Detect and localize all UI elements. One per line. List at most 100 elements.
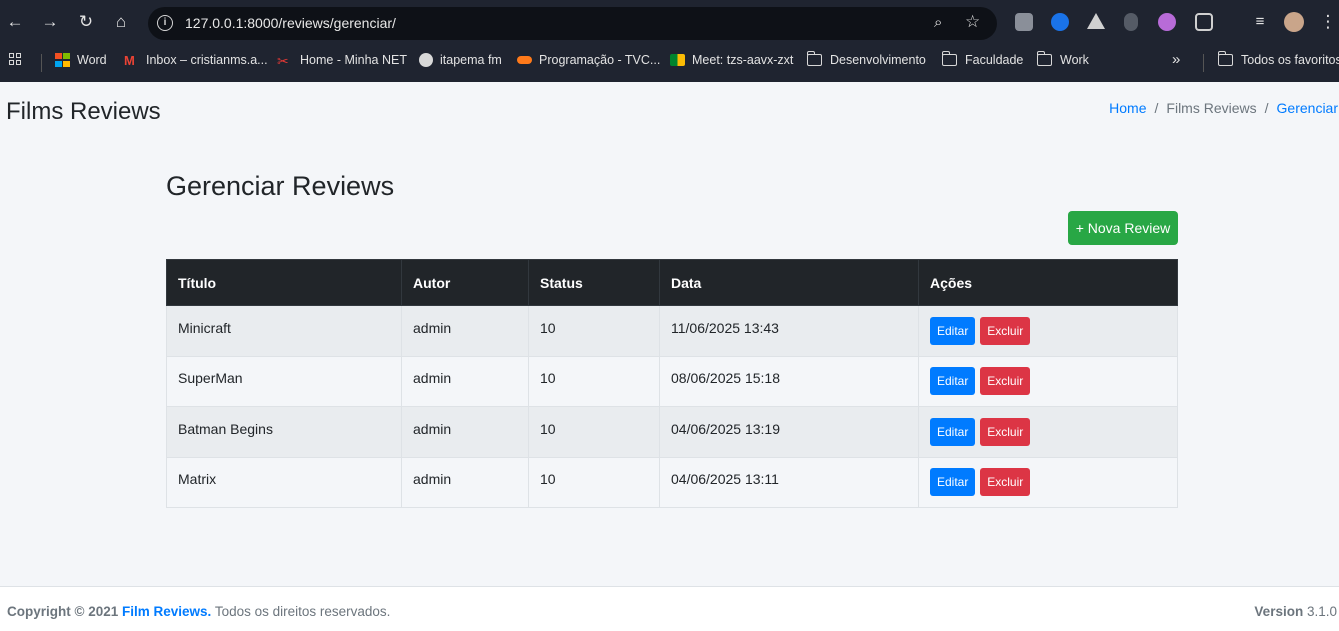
reviews-table: Título Autor Status Data Ações Minicraft…: [166, 259, 1178, 508]
delete-button[interactable]: Excluir: [980, 316, 1031, 345]
bookmark-label: Inbox – cristianms.a...: [146, 53, 268, 67]
folder-icon: [806, 51, 822, 66]
edit-button[interactable]: Editar: [930, 468, 976, 497]
bookmark-star-icon[interactable]: ☆: [965, 12, 980, 32]
column-header-data: Data: [659, 259, 919, 306]
home-icon[interactable]: ⌂: [111, 12, 131, 32]
cell-autor: admin: [401, 305, 529, 357]
edit-button[interactable]: Editar: [930, 367, 976, 396]
microsoft-icon: [55, 53, 70, 67]
cell-status: 10: [528, 355, 660, 407]
review-title: Minicraft: [178, 319, 231, 336]
review-author: admin: [413, 420, 452, 437]
extensions-puzzle-icon[interactable]: [1195, 13, 1213, 31]
bookmark-label: Work: [1060, 53, 1089, 67]
site-info-icon[interactable]: i: [157, 15, 173, 31]
cell-status: 10: [528, 456, 660, 508]
bookmark-label: itapema fm: [440, 53, 502, 67]
bookmark-label: Desenvolvimento: [830, 53, 926, 67]
bookmark-tvc[interactable]: Programação - TVC...: [517, 53, 660, 67]
profile-avatar[interactable]: [1284, 12, 1304, 32]
review-status: 10: [540, 420, 556, 437]
bookmark-word[interactable]: Word: [55, 53, 107, 67]
footer-version: Version 3.1.0: [1254, 604, 1337, 619]
reload-icon[interactable]: ↻: [76, 12, 96, 32]
cell-autor: admin: [401, 355, 529, 407]
net-icon: ✂: [277, 53, 289, 69]
cell-acoes: Editar Excluir: [918, 456, 1178, 508]
mountain-extension-icon[interactable]: [1087, 13, 1105, 29]
all-bookmarks[interactable]: Todos os favoritos: [1217, 51, 1339, 67]
more-bookmarks-chevron-icon[interactable]: »: [1172, 51, 1180, 68]
edit-button[interactable]: Editar: [930, 417, 976, 446]
column-header-titulo: Título: [166, 259, 402, 306]
bookmarks-bar: Word M Inbox – cristianms.a... ✂ Home - …: [0, 44, 1339, 82]
zoom-icon[interactable]: ⌕: [934, 14, 942, 31]
delete-button[interactable]: Excluir: [980, 468, 1031, 497]
apps-grid-icon[interactable]: [9, 53, 21, 65]
gmail-icon: M: [124, 53, 135, 68]
table-row: Matrix admin 10 04/06/2025 13:11 Editar …: [166, 456, 1178, 508]
devtools-extension-icon[interactable]: [1015, 13, 1033, 31]
version-label: Version: [1254, 604, 1304, 619]
folder-icon: [1036, 51, 1052, 66]
delete-button[interactable]: Excluir: [980, 417, 1031, 446]
cell-acoes: Editar Excluir: [918, 355, 1178, 407]
breadcrumb-separator: /: [1264, 100, 1269, 116]
bookmarks-divider: [1203, 54, 1204, 72]
bookmark-desenvolvimento[interactable]: Desenvolvimento: [806, 51, 926, 67]
review-author: admin: [413, 319, 452, 336]
breadcrumb-home-link[interactable]: Home: [1109, 100, 1146, 116]
mouse-extension-icon[interactable]: [1124, 13, 1138, 31]
shazam-extension-icon[interactable]: [1051, 13, 1069, 31]
footer-site-link[interactable]: Film Reviews.: [122, 604, 211, 619]
review-status: 10: [540, 370, 556, 387]
page-brand: Films Reviews: [6, 98, 161, 125]
bookmark-label: Todos os favoritos: [1241, 53, 1339, 67]
bookmark-work[interactable]: Work: [1036, 51, 1089, 67]
review-author: admin: [413, 471, 452, 488]
cell-data: 04/06/2025 13:11: [659, 456, 919, 508]
bookmark-label: Meet: tzs-aavx-zxt: [692, 53, 794, 67]
more-menu-icon[interactable]: ⋮: [1318, 12, 1338, 32]
browser-toolbar: ← → ↻ ⌂ i 127.0.0.1:8000/reviews/gerenci…: [0, 0, 1339, 44]
review-title: SuperMan: [178, 370, 243, 387]
bookmark-label: Word: [77, 53, 107, 67]
footer-rights: Todos os direitos reservados.: [214, 604, 391, 619]
cell-data: 08/06/2025 15:18: [659, 355, 919, 407]
new-review-button[interactable]: + Nova Review: [1068, 211, 1178, 245]
review-date: 04/06/2025 13:11: [671, 471, 779, 488]
bookmark-inbox[interactable]: M Inbox – cristianms.a...: [124, 53, 268, 68]
breadcrumb-gerenciar-link[interactable]: Gerenciar: [1277, 100, 1338, 116]
brain-extension-icon[interactable]: [1158, 13, 1176, 31]
back-arrow-icon[interactable]: ←: [5, 12, 25, 32]
review-title: Batman Begins: [178, 420, 273, 437]
bookmark-meet[interactable]: Meet: tzs-aavx-zxt: [670, 53, 793, 67]
meet-icon: [670, 54, 685, 66]
table-row: SuperMan admin 10 08/06/2025 15:18 Edita…: [166, 355, 1178, 407]
browser-chrome: ← → ↻ ⌂ i 127.0.0.1:8000/reviews/gerenci…: [0, 0, 1339, 82]
address-bar[interactable]: i 127.0.0.1:8000/reviews/gerenciar/ ⌕ ☆: [148, 7, 997, 40]
review-date: 08/06/2025 15:18: [671, 370, 780, 387]
folder-icon: [941, 51, 957, 66]
bookmark-label: Programação - TVC...: [539, 53, 661, 67]
table-header-row: Título Autor Status Data Ações: [166, 259, 1178, 306]
url-text[interactable]: 127.0.0.1:8000/reviews/gerenciar/: [185, 15, 396, 31]
delete-button[interactable]: Excluir: [980, 367, 1031, 396]
page-footer: Copyright © 2021 Film Reviews. Todos os …: [0, 586, 1339, 631]
review-date: 04/06/2025 13:19: [671, 420, 780, 437]
media-control-icon[interactable]: ≡: [1250, 12, 1270, 32]
cell-autor: admin: [401, 456, 529, 508]
column-header-autor: Autor: [401, 259, 529, 306]
review-status: 10: [540, 471, 556, 488]
cell-data: 11/06/2025 13:43: [659, 305, 919, 357]
bookmark-itapema[interactable]: itapema fm: [419, 53, 502, 67]
breadcrumb: Home / Films Reviews / Gerenciar: [1109, 100, 1338, 116]
copyright-text: Copyright © 2021: [7, 604, 119, 619]
bookmark-minha-net[interactable]: ✂ Home - Minha NET: [277, 53, 407, 69]
forward-arrow-icon[interactable]: →: [40, 12, 60, 32]
edit-button[interactable]: Editar: [930, 316, 976, 345]
bookmark-faculdade[interactable]: Faculdade: [941, 51, 1024, 67]
cell-titulo: Minicraft: [166, 305, 402, 357]
bookmark-label: Faculdade: [965, 53, 1024, 67]
